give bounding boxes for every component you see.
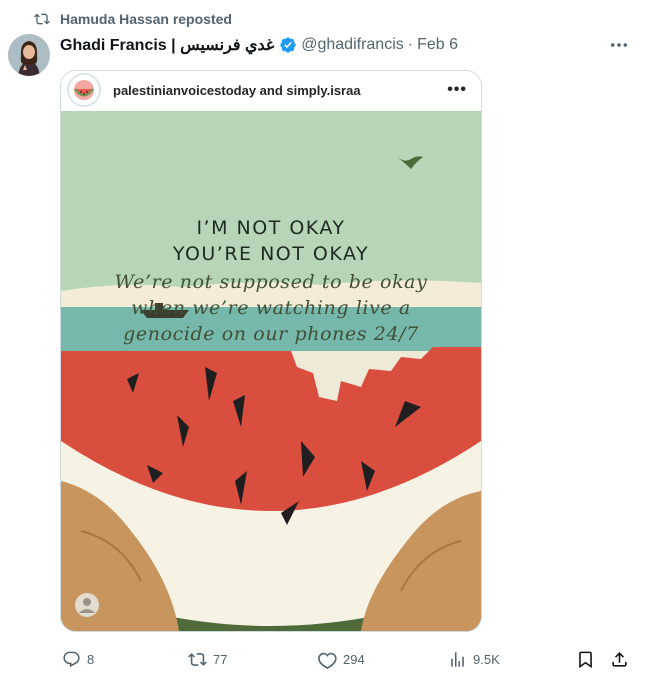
social-context-label: Hamuda Hassan reposted bbox=[60, 11, 232, 27]
instagram-avatar[interactable] bbox=[67, 73, 101, 107]
views-button[interactable]: 9.5K bbox=[448, 650, 500, 669]
poster-headline-1: I’M NOT OKAY bbox=[196, 217, 346, 239]
more-options-button[interactable] bbox=[609, 36, 629, 54]
reply-count: 8 bbox=[87, 651, 95, 667]
bookmark-button[interactable] bbox=[576, 650, 595, 669]
like-count: 294 bbox=[343, 651, 365, 667]
verified-badge-icon[interactable] bbox=[279, 36, 297, 54]
post-date[interactable]: Feb 6 bbox=[417, 36, 458, 54]
more-dots-icon bbox=[610, 43, 628, 47]
tweet-header: Ghadi Francis | غدي فرنسيس @ghadifrancis… bbox=[60, 34, 629, 56]
watermelon-logo-icon bbox=[69, 75, 99, 105]
social-context[interactable]: Hamuda Hassan reposted bbox=[34, 11, 232, 27]
repost-button[interactable]: 77 bbox=[188, 650, 227, 669]
poster-body-2: when we’re watching live a bbox=[131, 297, 411, 319]
heart-icon bbox=[318, 652, 337, 669]
instagram-header: palestinianvoicestoday and simply.israa … bbox=[61, 71, 481, 111]
repost-icon bbox=[34, 13, 50, 25]
share-button[interactable] bbox=[610, 650, 629, 669]
view-count: 9.5K bbox=[473, 651, 500, 667]
repost-count: 77 bbox=[213, 651, 228, 667]
reply-button[interactable]: 8 bbox=[62, 650, 94, 669]
views-chart-icon bbox=[451, 651, 464, 667]
repost-icon bbox=[188, 652, 207, 666]
separator-dot: · bbox=[407, 36, 414, 53]
media-embed[interactable]: palestinianvoicestoday and simply.israa … bbox=[60, 70, 482, 632]
embed-more-button[interactable]: ••• bbox=[447, 81, 467, 99]
poster-headline-2: YOU’RE NOT OKAY bbox=[172, 243, 370, 265]
like-button[interactable]: 294 bbox=[318, 650, 365, 669]
author-name[interactable]: Ghadi Francis | غدي فرنسيس bbox=[60, 35, 274, 55]
poster-body-1: We’re not supposed to be okay bbox=[114, 271, 428, 293]
action-bar: 8 77 294 9.5K bbox=[58, 647, 634, 671]
share-icon bbox=[612, 651, 627, 667]
reply-icon bbox=[63, 651, 80, 667]
author-handle[interactable]: @ghadifrancis bbox=[301, 36, 404, 54]
avatar[interactable] bbox=[8, 34, 50, 76]
bookmark-icon bbox=[579, 651, 592, 668]
poster-body-3: genocide on our phones 24/7 bbox=[123, 323, 419, 345]
instagram-accounts[interactable]: palestinianvoicestoday and simply.israa bbox=[113, 83, 361, 98]
watermelon-poster: I’M NOT OKAY YOU’RE NOT OKAY We’re not s… bbox=[61, 111, 481, 631]
